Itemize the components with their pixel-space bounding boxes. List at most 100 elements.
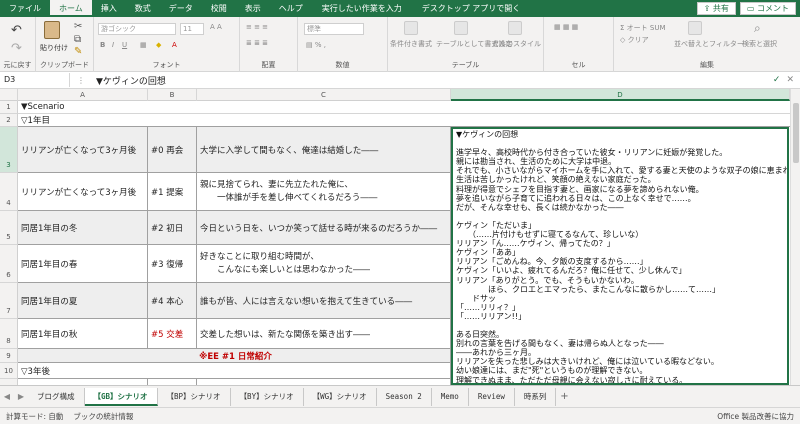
fx-icon[interactable]: ⋮	[70, 76, 92, 85]
add-sheet-button[interactable]: +	[556, 391, 572, 402]
tables-group: 条件付き書式 テーブルとして書式設定 セルのスタイル テーブル	[388, 17, 544, 72]
tab-file[interactable]: ファイル	[0, 0, 50, 17]
font-color-icon[interactable]: A	[172, 41, 177, 49]
cell-styles-icon[interactable]	[508, 21, 522, 35]
cell-b5[interactable]: #2 初日	[148, 211, 197, 245]
redo-icon[interactable]: ↷	[11, 41, 25, 56]
comment-button[interactable]: ▭ コメント	[739, 2, 796, 15]
row-header-1[interactable]: 1	[0, 101, 18, 114]
cell-d3-active[interactable]: ▼ケヴィンの回想 進学早々、高校時代から付き合っていた彼女・リリアンに妊娠が発覚…	[451, 127, 789, 385]
column-header-a[interactable]: A	[18, 89, 148, 101]
confirm-icon[interactable]: ✓	[773, 75, 781, 85]
prev-sheet-icon[interactable]: ◀	[0, 392, 14, 401]
cell-c3[interactable]: 大学に入学して間もなく、俺達は結婚した――	[197, 127, 451, 173]
sheet-tab-by[interactable]: 【BY】シナリオ	[231, 387, 304, 406]
workbook-stats[interactable]: ブックの統計情報	[73, 411, 133, 422]
comment-label: コメント	[757, 4, 789, 13]
cell-a8[interactable]: 同居1年目の秋	[18, 319, 148, 349]
cell-b9[interactable]: ※EE #1 日常紹介	[18, 349, 451, 363]
format-painter-icon[interactable]: ✎	[74, 46, 88, 60]
tab-view[interactable]: 表示	[236, 0, 270, 17]
cell-a6[interactable]: 同居1年目の春	[18, 245, 148, 283]
tell-me-search[interactable]: 実行したい作業を入力	[312, 3, 412, 14]
cut-icon[interactable]: ✂	[74, 21, 88, 35]
column-header-b[interactable]: B	[148, 89, 197, 101]
row-header-2[interactable]: 2	[0, 114, 18, 127]
format-table-icon[interactable]	[454, 21, 468, 35]
cell-a5[interactable]: 同居1年目の冬	[18, 211, 148, 245]
sheet-tab-blog[interactable]: ブログ構成	[28, 387, 85, 406]
cell-c6[interactable]: 好きなことに取り組む時間が、 こんなにも楽しいとは思わなかった――	[197, 245, 451, 283]
vertical-scrollbar[interactable]	[790, 89, 800, 385]
sheet-tab-bp[interactable]: 【BP】シナリオ	[158, 387, 231, 406]
sheet-tab-wg[interactable]: 【WG】シナリオ	[304, 387, 377, 406]
cancel-icon[interactable]: ✕	[786, 75, 794, 85]
cell-b7[interactable]: #4 本心	[148, 283, 197, 319]
share-button[interactable]: ⇪ 共有	[696, 2, 736, 15]
next-sheet-icon[interactable]: ▶	[14, 392, 28, 401]
align-top-icon[interactable]: ≡ ≡ ≡	[246, 23, 268, 31]
cell-a2[interactable]: ▽1年目	[18, 114, 790, 127]
formula-input[interactable]: ▼ケヴィンの回想	[92, 74, 773, 87]
border-icon[interactable]: ▦	[140, 41, 147, 49]
tab-data[interactable]: データ	[160, 0, 202, 17]
font-size-box[interactable]: 11	[180, 23, 204, 35]
cell-c5[interactable]: 今日という日を、いつか笑って話せる時が来るのだろうか――	[197, 211, 451, 245]
cell-c4[interactable]: 親に見捨てられ、妻に先立たれた俺に、 一体誰が手を差し伸べてくれるだろう――	[197, 173, 451, 211]
row-header-3[interactable]: 3	[0, 127, 18, 173]
conditional-format-icon[interactable]	[404, 21, 418, 35]
currency-icon[interactable]: ▤ % ,	[306, 41, 326, 49]
row-header-10[interactable]: 10	[0, 363, 18, 379]
cell-a7[interactable]: 同居1年目の夏	[18, 283, 148, 319]
cell-a4[interactable]: リリアンが亡くなって3ヶ月後	[18, 173, 148, 211]
row-header-6[interactable]: 6	[0, 245, 18, 283]
sheet-tab-review[interactable]: Review	[469, 387, 515, 406]
cell-b3[interactable]: #0 再会	[148, 127, 197, 173]
sheet-tab-season2[interactable]: Season 2	[377, 387, 432, 406]
fill-color-icon[interactable]: ◆	[156, 41, 161, 49]
sheet-tab-memo[interactable]: Memo	[432, 387, 469, 406]
insert-cell-icon[interactable]: ▦ ▦ ▦	[554, 23, 578, 31]
sheet-tab-timeline[interactable]: 時系列	[515, 387, 557, 406]
tab-home[interactable]: ホーム	[50, 0, 92, 17]
column-header-c[interactable]: C	[197, 89, 451, 101]
find-icon[interactable]: ⌕	[754, 21, 768, 35]
number-format-box[interactable]: 標準	[304, 23, 364, 35]
font-name-box[interactable]: 游ゴシック	[98, 23, 176, 35]
tab-review[interactable]: 校閲	[202, 0, 236, 17]
share-label: 共有	[712, 4, 729, 13]
row-header-7[interactable]: 7	[0, 283, 18, 319]
font-grow-icon[interactable]: A A	[210, 23, 222, 31]
row-header-9[interactable]: 9	[0, 349, 18, 363]
select-all-corner[interactable]	[0, 89, 18, 101]
scrollbar-thumb[interactable]	[793, 103, 799, 163]
clear-label[interactable]: ◇ クリア	[620, 35, 649, 45]
cell-c8[interactable]: 交差した想いは、新たな関係を築き出す――	[197, 319, 451, 349]
paste-icon[interactable]	[44, 21, 60, 39]
cell-b4[interactable]: #1 提案	[148, 173, 197, 211]
cell-a10[interactable]: ▽3年後	[18, 363, 451, 379]
align-left-icon[interactable]: ≣ ≣ ≣	[246, 39, 268, 47]
row-header-8[interactable]: 8	[0, 319, 18, 349]
tab-help[interactable]: ヘルプ	[270, 0, 312, 17]
italic-icon[interactable]: I	[112, 41, 114, 49]
cell-b6[interactable]: #3 復帰	[148, 245, 197, 283]
open-desktop-app[interactable]: デスクトップ アプリで開く	[412, 3, 531, 14]
row-header-5[interactable]: 5	[0, 211, 18, 245]
cell-a3[interactable]: リリアンが亡くなって3ヶ月後	[18, 127, 148, 173]
underline-icon[interactable]: U	[122, 41, 127, 49]
cell-c7[interactable]: 誰もが皆、人には言えない想いを抱えて生きている――	[197, 283, 451, 319]
sheet-tab-gb[interactable]: 【GB】シナリオ	[84, 387, 158, 406]
tab-formulas[interactable]: 数式	[126, 0, 160, 17]
row-header-4[interactable]: 4	[0, 173, 18, 211]
column-header-d[interactable]: D	[451, 89, 790, 101]
cell-b8[interactable]: #5 交差	[148, 319, 197, 349]
sort-filter-icon[interactable]	[688, 21, 702, 35]
feedback-link[interactable]: Office 製品改善に協力	[717, 411, 800, 422]
cell-a1[interactable]: ▼Scenario	[18, 101, 790, 114]
tab-insert[interactable]: 挿入	[92, 0, 126, 17]
bold-icon[interactable]: B	[100, 41, 105, 49]
undo-icon[interactable]: ↶	[11, 23, 25, 38]
name-box[interactable]: D3	[0, 73, 70, 87]
autosum-label[interactable]: Σ オート SUM	[620, 23, 666, 33]
